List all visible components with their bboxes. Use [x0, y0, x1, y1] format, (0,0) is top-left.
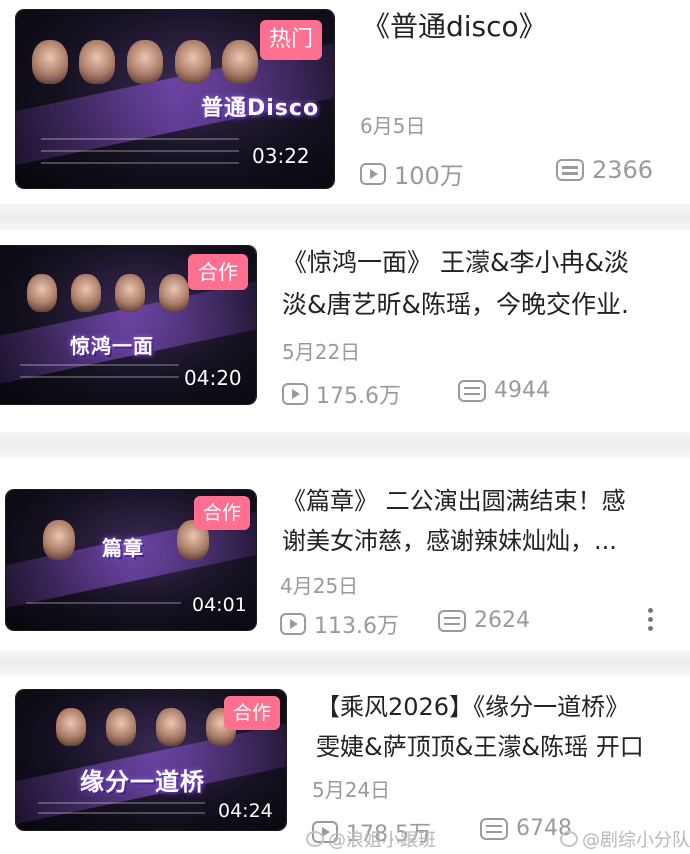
collab-badge: 合作 — [188, 254, 248, 290]
thumbnail-faces — [20, 274, 196, 312]
duration-label: 03:22 — [252, 144, 310, 168]
video-date: 6月5日 — [360, 114, 426, 138]
view-count: 100万 — [360, 156, 464, 191]
watermark-right: @剧综小分队 — [560, 826, 690, 852]
duration-label: 04:24 — [218, 800, 273, 822]
video-title[interactable]: 【乘风2026】《缘分一道桥》 — [316, 686, 690, 728]
danmaku-count: 2624 — [438, 608, 530, 633]
danmaku-icon — [438, 609, 466, 632]
more-options-icon[interactable] — [648, 608, 654, 631]
card-divider — [0, 432, 690, 458]
weibo-logo-icon — [306, 831, 324, 847]
thumbnail-credits — [26, 602, 181, 604]
play-count-icon — [282, 383, 308, 405]
weibo-logo-icon — [560, 831, 578, 847]
duration-label: 04:01 — [192, 594, 247, 616]
danmaku-count: 2366 — [556, 156, 653, 184]
video-date: 5月22日 — [282, 340, 361, 364]
video-title[interactable]: 《惊鸿一面》 王濛&李小冉&淡 — [282, 242, 690, 284]
video-title[interactable]: 《篇章》 二公演出圆满结束！感 — [282, 480, 682, 522]
danmaku-count: 4944 — [458, 378, 550, 403]
thumbnail-title-art: 篇章 — [102, 536, 144, 560]
thumbnail-credits — [20, 364, 180, 366]
watermark-left: @浪姐小跟班 — [306, 826, 436, 852]
danmaku-icon — [458, 379, 486, 402]
thumbnail-title-art: 缘分一道桥 — [80, 768, 205, 796]
duration-label: 04:20 — [184, 366, 242, 390]
video-title-line2[interactable]: 淡&唐艺昕&陈瑶，今晚交作业. — [282, 284, 690, 326]
card-divider — [0, 650, 690, 676]
thumbnail-faces — [46, 708, 246, 746]
danmaku-count: 6748 — [480, 816, 572, 841]
video-card[interactable]: 篇章 合作 04:01 《篇章》 二公演出圆满结束！感 谢美女沛慈，感谢辣妹灿灿… — [0, 468, 690, 648]
danmaku-icon — [480, 817, 508, 840]
card-divider — [0, 204, 690, 230]
video-title-line2[interactable]: 雯婕&萨顶顶&王濛&陈瑶 开口 — [316, 726, 690, 768]
danmaku-icon — [556, 159, 584, 181]
video-card[interactable]: 惊鸿一面 合作 04:20 《惊鸿一面》 王濛&李小冉&淡 淡&唐艺昕&陈瑶，今… — [0, 232, 690, 422]
play-count-icon — [360, 162, 386, 185]
hot-badge: 热门 — [260, 20, 322, 60]
video-date: 4月25日 — [280, 574, 359, 598]
thumbnail-faces — [26, 40, 264, 84]
thumbnail-title-art: 普通Disco — [201, 96, 320, 121]
video-thumbnail[interactable]: 缘分一道桥 合作 04:24 — [16, 690, 286, 830]
video-title[interactable]: 《普通disco》 — [362, 6, 547, 48]
collab-badge: 合作 — [224, 696, 280, 730]
thumbnail-credits — [41, 138, 239, 140]
view-count: 175.6万 — [282, 378, 401, 410]
video-date: 5月24日 — [312, 778, 391, 802]
video-thumbnail[interactable]: 篇章 合作 04:01 — [6, 490, 256, 630]
video-title-line2[interactable]: 谢美女沛慈，感谢辣妹灿灿，... — [282, 520, 682, 562]
collab-badge: 合作 — [194, 496, 250, 530]
video-thumbnail[interactable]: 惊鸿一面 合作 04:20 — [0, 246, 256, 404]
thumbnail-credits — [37, 802, 205, 804]
video-card[interactable]: 普通Disco 热门 03:22 《普通disco》 6月5日 100万 236… — [0, 0, 690, 200]
play-count-icon — [280, 613, 306, 635]
view-count: 113.6万 — [280, 608, 399, 640]
video-thumbnail[interactable]: 普通Disco 热门 03:22 — [16, 10, 334, 188]
thumbnail-title-art: 惊鸿一面 — [70, 334, 154, 358]
